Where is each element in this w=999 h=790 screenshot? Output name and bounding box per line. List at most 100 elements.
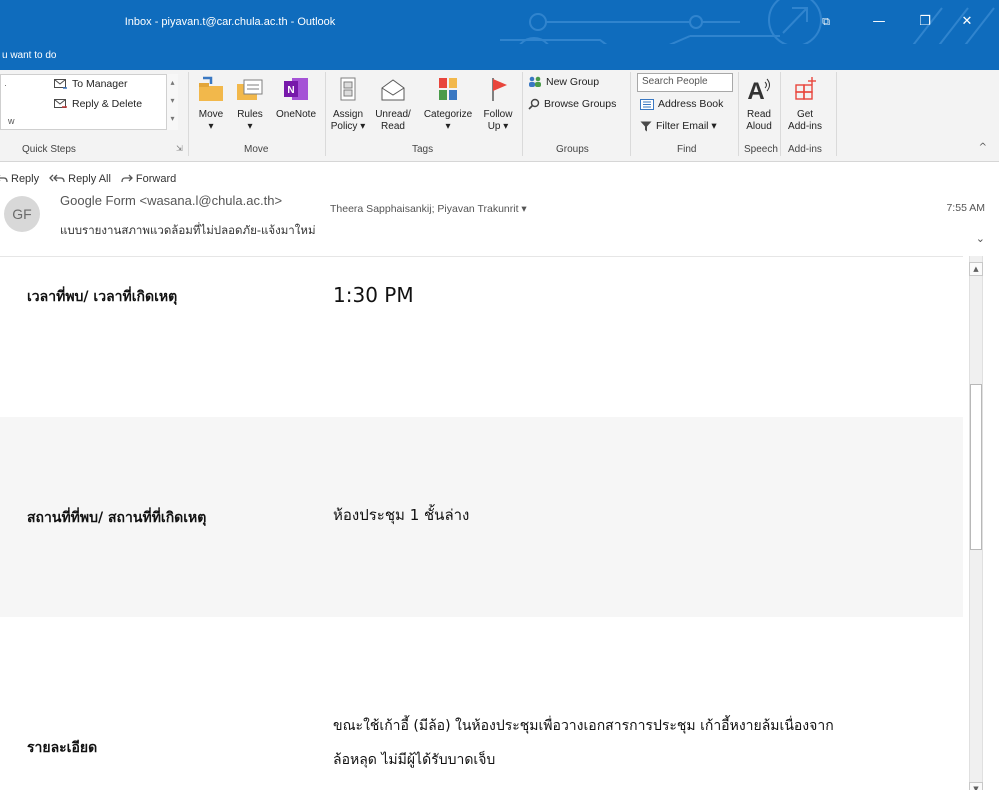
form-row-time: เวลาที่พบ/ เวลาที่เกิดเหตุ 1:30 PM (0, 257, 963, 417)
minimize-button[interactable]: — (857, 12, 901, 32)
maximize-button[interactable]: ❐ (903, 12, 947, 32)
address-book-icon (640, 98, 654, 110)
quick-step-label: To Manager (72, 78, 128, 90)
group-label-move: Move (244, 144, 269, 155)
group-label-speech: Speech (744, 144, 778, 155)
ribbon-separator (325, 72, 326, 156)
move-folder-icon (199, 76, 223, 101)
get-addins-button[interactable]: Get Add-ins (783, 76, 827, 133)
ribbon-separator (522, 72, 523, 156)
message-actions: Reply Reply All Forward (0, 170, 176, 188)
reply-button[interactable]: Reply (0, 170, 39, 188)
assign-label: Assign (332, 109, 363, 120)
categorize-sub: ▾ (445, 121, 451, 132)
window-title: Inbox - piyavan.t@car.chula.ac.th - Outl… (124, 16, 336, 28)
recipients-list[interactable]: Theera Sapphaisankij; Piyavan Trakunrit … (330, 203, 527, 215)
search-icon (528, 98, 540, 110)
quick-step-label: Reply & Delete (72, 98, 143, 110)
scrollbar-thumb[interactable] (970, 384, 982, 550)
message-time: 7:55 AM (946, 202, 985, 214)
ribbon-separator (738, 72, 739, 156)
scroll-up-button[interactable]: ▲ (969, 262, 983, 276)
ribbon-separator (780, 72, 781, 156)
read-aloud-icon: A (747, 78, 770, 105)
ribbon-separator (188, 72, 189, 156)
message-scrollbar[interactable]: ▲ ▼ (963, 256, 999, 790)
scroll-down-button[interactable]: ▼ (969, 782, 983, 790)
svg-text:N: N (287, 85, 294, 96)
categorize-label: Categorize (423, 109, 473, 120)
categorize-icon (439, 78, 457, 100)
browse-groups-button[interactable]: Browse Groups (528, 98, 616, 110)
categorize-button[interactable]: Categorize ▾ (418, 76, 478, 133)
move-button[interactable]: Move ▾ (192, 76, 230, 133)
group-label-tags: Tags (412, 144, 434, 155)
rules-button[interactable]: Rules ▾ (232, 76, 268, 133)
get-label: Get (796, 109, 814, 120)
ribbon-separator (630, 72, 631, 156)
ribbon-display-options-icon[interactable]: ⧉ (804, 12, 848, 32)
add-ins-icon (795, 77, 816, 100)
forward-icon (121, 174, 133, 182)
assign-policy-button[interactable]: Assign Policy ▾ (328, 76, 368, 133)
quick-steps-launcher-icon[interactable]: ⇲ (176, 144, 183, 153)
new-group-label: New Group (546, 76, 600, 88)
follow-up-button[interactable]: Follow Up ▾ (478, 76, 518, 133)
tell-me-text[interactable]: u want to do (2, 50, 56, 61)
browse-groups-label: Browse Groups (544, 98, 617, 110)
people-icon (529, 76, 541, 87)
read-aloud-button[interactable]: A Read Aloud (741, 76, 777, 133)
reply-label: Reply (11, 173, 40, 185)
form-row-location: สถานที่ที่พบ/ สถานที่ที่เกิดเหตุ ห้องประ… (0, 417, 963, 617)
flag-icon (492, 78, 507, 101)
reply-delete-icon (54, 98, 67, 108)
quick-steps-fragment-top: · (4, 80, 7, 90)
unread-sub: Read (381, 121, 405, 132)
message-subject: แบบรายงานสภาพแวดล้อมที่ไม่ปลอดภัย-แจ้งมา… (60, 223, 316, 237)
rules-icon (237, 79, 263, 100)
move-label: Move (198, 109, 224, 120)
reply-all-button[interactable]: Reply All (49, 170, 111, 188)
envelope-open-icon (381, 79, 405, 101)
new-group-button[interactable]: New Group (528, 76, 599, 88)
title-bar: Inbox - piyavan.t@car.chula.ac.th - Outl… (0, 0, 999, 44)
mail-arrow-icon (54, 78, 67, 89)
policy-icon (340, 77, 356, 101)
expand-header-icon[interactable]: ⌄ (976, 232, 985, 245)
row-value-location: ห้องประชุม 1 ชั้นล่าง (333, 506, 470, 524)
rules-label: Rules (237, 109, 263, 120)
quick-steps-scroll[interactable]: ▴ ▾ ▾ (166, 74, 178, 130)
move-sub: ▾ (208, 121, 214, 132)
reply-all-icon (49, 174, 65, 182)
row-value-details-line1: ขณะใช้เก้าอี้ (มีล้อ) ในห้องประชุมเพื่อว… (333, 718, 834, 734)
close-button[interactable]: ✕ (945, 12, 989, 32)
filter-email-label: Filter Email ▾ (656, 120, 717, 132)
sender-name[interactable]: Google Form <wasana.l@chula.ac.th> (60, 193, 282, 208)
svg-text:A: A (747, 78, 764, 102)
forward-label: Forward (135, 173, 177, 185)
group-label-addins: Add-ins (788, 144, 822, 155)
onenote-icon: N (284, 78, 308, 100)
ribbon-separator (836, 72, 837, 156)
search-people-input[interactable]: Search People (637, 73, 733, 92)
row-label-time: เวลาที่พบ/ เวลาที่เกิดเหตุ (27, 289, 178, 305)
onenote-button[interactable]: N OneNote (270, 76, 322, 121)
sender-avatar: GF (4, 196, 40, 232)
unread-label: Unread/ (375, 109, 411, 120)
collapse-ribbon-icon[interactable]: ^ (979, 142, 987, 153)
address-book-button[interactable]: Address Book (640, 98, 723, 110)
read-label: Read (747, 109, 771, 120)
group-label-quick-steps: Quick Steps (22, 144, 76, 155)
follow-label: Follow (483, 109, 513, 120)
address-book-label: Address Book (658, 98, 724, 110)
filter-email-button[interactable]: Filter Email ▾ (640, 120, 717, 132)
forward-button[interactable]: Forward (121, 170, 176, 188)
unread-read-button[interactable]: Unread/ Read (370, 76, 416, 133)
tell-me-bar[interactable]: u want to do (0, 44, 999, 70)
message-body: เวลาที่พบ/ เวลาที่เกิดเหตุ 1:30 PM สถานท… (0, 256, 963, 790)
quick-step-to-manager[interactable]: To Manager (54, 78, 127, 90)
row-value-time: 1:30 PM (333, 283, 414, 307)
quick-step-reply-delete[interactable]: Reply & Delete (54, 98, 142, 110)
rules-sub: ▾ (247, 121, 253, 132)
row-label-details: รายละเอียด (27, 740, 98, 756)
